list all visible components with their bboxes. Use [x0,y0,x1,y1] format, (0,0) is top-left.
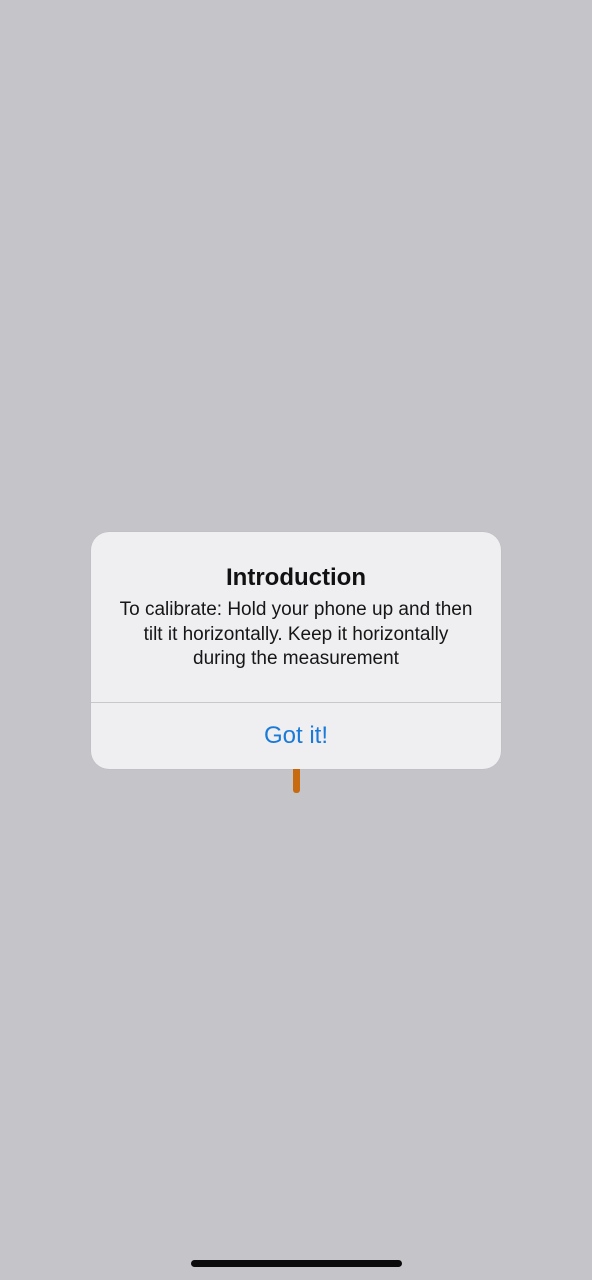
alert-message: To calibrate: Hold your phone up and the… [119,599,473,669]
got-it-button[interactable]: Got it! [91,703,501,769]
home-indicator[interactable] [191,1260,402,1267]
app-screen: Introduction To calibrate: Hold your pho… [0,0,592,1280]
alert-title: Introduction [226,564,366,591]
alert-body: Introduction To calibrate: Hold your pho… [91,532,501,702]
introduction-alert: Introduction To calibrate: Hold your pho… [91,532,501,769]
